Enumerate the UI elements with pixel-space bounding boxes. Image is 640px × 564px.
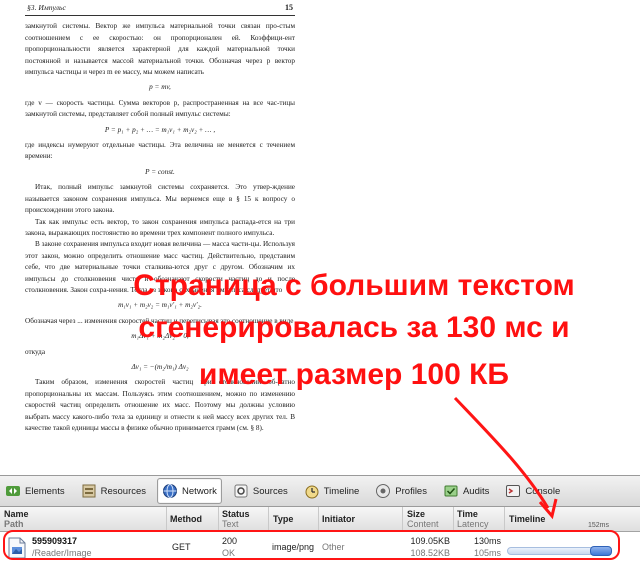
request-time: 130ms xyxy=(473,536,501,546)
request-name-cell[interactable]: 595909317 /Reader/Image xyxy=(32,535,92,559)
network-table: Name Path Method Status Text Type Initia… xyxy=(0,507,640,564)
request-initiator: Other xyxy=(322,542,345,552)
audits-icon xyxy=(443,483,459,499)
file-image-icon xyxy=(8,537,26,559)
col-status-sub-label: Text xyxy=(222,519,239,529)
tab-network[interactable]: Network xyxy=(157,478,222,504)
tab-sources[interactable]: Sources xyxy=(228,478,293,504)
resources-icon xyxy=(81,483,97,499)
equation: m₁v₁ + m₂v₂ = m₁v′₁ + m₂v′₂. xyxy=(118,301,202,310)
tab-profiles[interactable]: Profiles xyxy=(370,478,432,504)
col-content-label: Content xyxy=(407,519,439,529)
paragraph: Обозначая через ... изменения скоростей … xyxy=(25,316,294,325)
tab-label: Audits xyxy=(462,485,490,497)
request-status-cell: 200 OK xyxy=(222,535,237,559)
sources-icon xyxy=(233,483,249,499)
request-status-text: OK xyxy=(222,548,236,558)
col-status-header[interactable]: Status Text xyxy=(222,509,250,531)
col-name-label: Name xyxy=(4,509,29,519)
col-type-label: Type xyxy=(273,514,294,524)
tab-elements[interactable]: Elements xyxy=(0,478,70,504)
console-icon xyxy=(505,483,521,499)
equation: Δv₁ = −(m₂/m₁) Δv₂ xyxy=(131,362,189,371)
request-status: 200 xyxy=(222,536,238,546)
network-table-header: Name Path Method Status Text Type Initia… xyxy=(0,507,640,532)
document-page-view: §3. Импульс 15 замкнутой системы. Вектор… xyxy=(0,0,640,470)
tab-label: Network xyxy=(182,485,217,497)
equation: P = p₁ + p₂ + … = m₁v₁ + m₂v₂ + … , xyxy=(104,125,216,134)
equation: P = const. xyxy=(145,167,175,176)
paragraph: Таким образом, изменения скоростей части… xyxy=(25,378,295,432)
book-page: §3. Импульс 15 замкнутой системы. Вектор… xyxy=(25,0,295,434)
col-size-header[interactable]: Size Content xyxy=(407,509,439,531)
profiles-icon xyxy=(375,483,391,499)
timeline-icon xyxy=(304,483,320,499)
network-icon xyxy=(162,483,178,499)
tab-label: Console xyxy=(525,485,561,497)
request-type: image/png xyxy=(272,542,315,552)
elements-icon xyxy=(5,483,21,499)
col-name-header[interactable]: Name Path xyxy=(4,509,29,531)
tab-label: Profiles xyxy=(395,485,427,497)
col-timeline-label: Timeline xyxy=(509,514,546,524)
timeline-tick-label: 152ms xyxy=(588,522,610,529)
paragraph: где индексы нумеруют отдельные частицы. … xyxy=(25,141,295,161)
col-method-label: Method xyxy=(170,514,202,524)
request-method: GET xyxy=(172,542,191,552)
tab-timeline[interactable]: Timeline xyxy=(299,478,365,504)
request-size-cell: 109.05KB 108.52KB xyxy=(404,535,450,559)
col-status-label: Status xyxy=(222,509,250,519)
tab-label: Timeline xyxy=(323,485,360,497)
running-head-title: §3. Импульс xyxy=(27,3,66,12)
equation: m₁Δv₁ + m₂Δv₂ = 0, xyxy=(131,332,189,341)
equation: p = mv, xyxy=(149,83,171,92)
paragraph: замкнутой системы. Вектор же импульса ма… xyxy=(25,22,295,77)
request-name: 595909317 xyxy=(32,536,78,546)
col-initiator-label: Initiator xyxy=(322,514,355,524)
table-row[interactable]: 595909317 /Reader/Image GET 200 OK image… xyxy=(0,532,640,564)
col-time-header[interactable]: Time Latency xyxy=(457,509,489,531)
tab-label: Resources xyxy=(100,485,147,497)
tab-console[interactable]: Console xyxy=(500,478,565,504)
page-number: 15 xyxy=(285,3,293,12)
paragraph: Так как импульс есть вектор, то закон со… xyxy=(25,217,295,237)
devtools-panel: Elements Resources Network Sources Timel… xyxy=(0,475,640,564)
tab-resources[interactable]: Resources xyxy=(76,478,151,504)
tab-audits[interactable]: Audits xyxy=(438,478,494,504)
devtools-tabbar: Elements Resources Network Sources Timel… xyxy=(0,476,640,507)
request-path: /Reader/Image xyxy=(32,548,92,558)
tab-label: Elements xyxy=(25,485,65,497)
request-latency: 105ms xyxy=(473,548,501,558)
request-time-cell: 130ms 105ms xyxy=(455,535,501,559)
request-timeline-bar[interactable] xyxy=(507,545,627,556)
col-path-label: Path xyxy=(4,519,24,529)
running-head: §3. Импульс 15 xyxy=(25,2,295,17)
tab-label: Sources xyxy=(252,485,288,497)
timeline-receiving-bar xyxy=(590,546,612,556)
col-size-label: Size xyxy=(407,509,426,519)
col-latency-label: Latency xyxy=(457,519,489,529)
col-time-label: Time xyxy=(457,509,478,519)
paragraph: где v — скорость частицы. Сумма векторов… xyxy=(25,98,295,119)
paragraph: В законе сохранения импульса входит нова… xyxy=(25,240,295,294)
request-size: 109.05KB xyxy=(410,536,450,546)
paragraph: откуда xyxy=(25,347,46,356)
paragraph: Итак, полный импульс замкнутой системы с… xyxy=(25,183,295,215)
request-content-size: 108.52KB xyxy=(410,548,450,558)
